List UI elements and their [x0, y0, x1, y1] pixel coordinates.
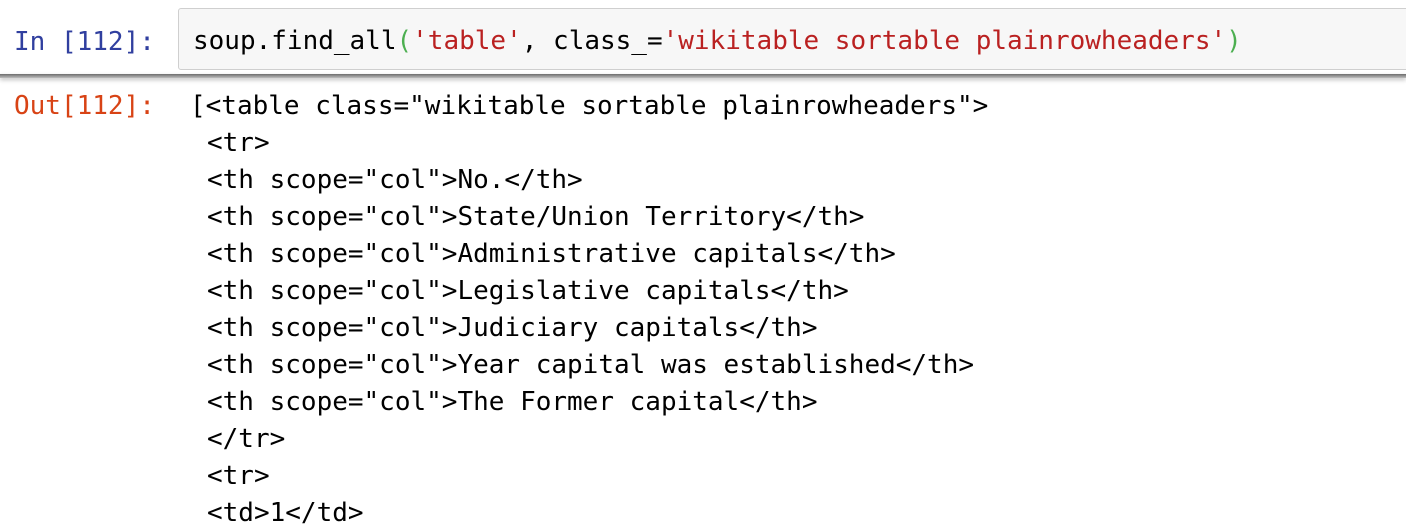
code-close-paren: ) — [1226, 26, 1242, 56]
output-line: <th scope="col">Administrative capitals<… — [207, 239, 896, 269]
output-line: <td>1</td> — [207, 498, 364, 528]
output-area: [<table class="wikitable sortable plainr… — [190, 88, 1390, 532]
code-line[interactable]: soup.find_all('table', class_='wikitable… — [193, 23, 1242, 59]
output-line: [<table class="wikitable sortable plainr… — [190, 91, 989, 121]
output-line: <th scope="col">Judiciary capitals</th> — [207, 313, 818, 343]
code-string-arg2: 'wikitable sortable plainrowheaders' — [662, 26, 1227, 56]
output-prompt: Out[112]: — [14, 91, 155, 121]
cell-divider — [0, 74, 1406, 78]
output-line: <tr> — [207, 128, 270, 158]
output-line: <th scope="col">Year capital was establi… — [207, 350, 975, 380]
code-separator: , class_= — [521, 26, 663, 56]
output-line: <th scope="col">No.</th> — [207, 165, 583, 195]
input-prompt: In [112]: — [14, 27, 155, 57]
output-line: </tr> — [207, 424, 286, 454]
code-open-paren: ( — [396, 26, 413, 56]
code-function: soup.find_all — [193, 26, 397, 56]
output-line: <th scope="col">Legislative capitals</th… — [207, 276, 849, 306]
output-line: <th scope="col">State/Union Territory</t… — [207, 202, 865, 232]
output-line: <tr> — [207, 461, 270, 491]
input-cell[interactable]: In [112]: soup.find_all('table', class_=… — [0, 0, 1406, 82]
code-string-arg1: 'table' — [412, 26, 522, 56]
code-editor[interactable]: soup.find_all('table', class_='wikitable… — [178, 8, 1406, 70]
output-line: <th scope="col">The Former capital</th> — [207, 387, 818, 417]
